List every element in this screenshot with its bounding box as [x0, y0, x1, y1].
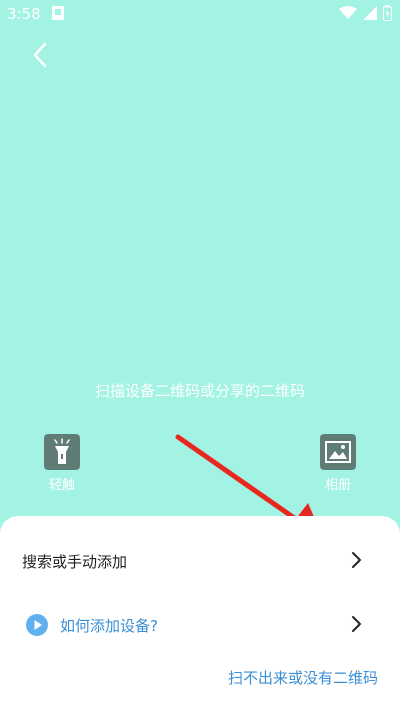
chevron-right-icon [352, 616, 361, 632]
signal-icon [363, 6, 377, 20]
album-button[interactable]: 相册 [308, 434, 368, 493]
bottom-sheet: 搜索或手动添加 如何添加设备? 扫不出来或没有二维码 [0, 516, 400, 710]
flashlight-label: 轻触 [48, 478, 75, 493]
how-to-add-label: 如何添加设备? [60, 617, 158, 635]
manual-add-label: 搜索或手动添加 [22, 553, 128, 571]
chevron-right-icon [352, 552, 361, 568]
manual-add-row[interactable]: 搜索或手动添加 [0, 546, 400, 576]
album-image-icon [320, 434, 356, 470]
wifi-icon [339, 6, 357, 19]
album-label: 相册 [324, 478, 351, 493]
how-to-add-row[interactable]: 如何添加设备? [0, 610, 400, 640]
status-icons [339, 5, 392, 21]
status-time: 3:58 [7, 5, 41, 23]
no-code-link[interactable]: 扫不出来或没有二维码 [228, 667, 378, 688]
play-icon [26, 614, 48, 636]
back-arrow-icon[interactable] [28, 40, 54, 70]
battery-icon [383, 5, 392, 21]
scan-hint: 扫描设备二维码或分享的二维码 [94, 382, 305, 400]
flashlight-icon [44, 434, 80, 470]
notification-icon [52, 6, 64, 20]
status-bar: 3:58 [0, 0, 400, 28]
flashlight-button[interactable]: 轻触 [32, 434, 92, 493]
